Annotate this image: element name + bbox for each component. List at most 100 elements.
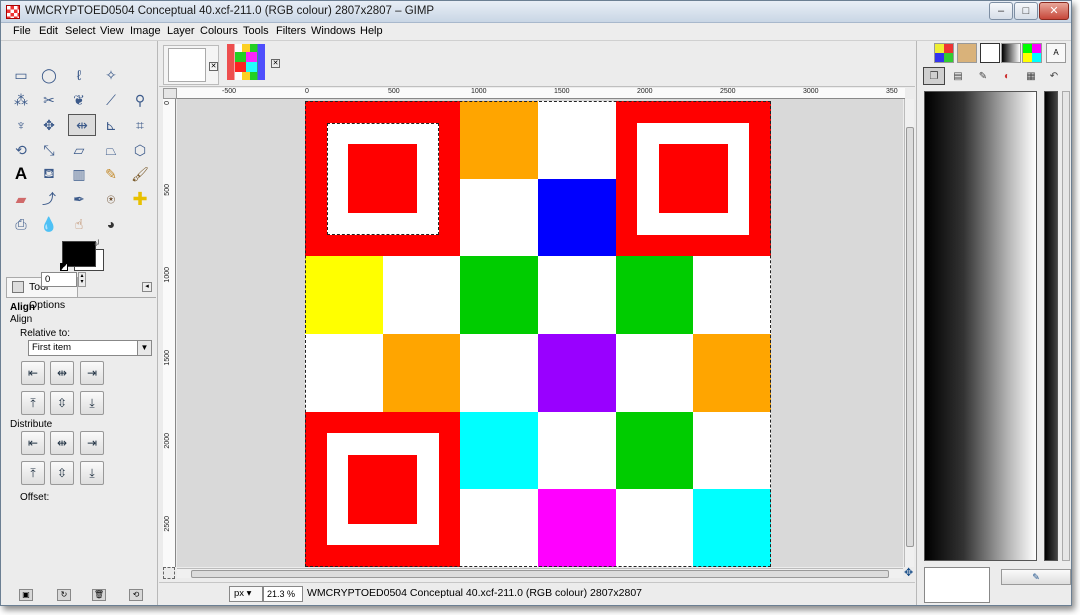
menu-colours[interactable]: Colours	[200, 25, 238, 37]
tab-fonts[interactable]: A	[1046, 43, 1066, 63]
channels-icon[interactable]: ▤	[947, 67, 969, 85]
crop-icon[interactable]: ⌗	[129, 114, 151, 136]
reset-tool-options-icon[interactable]: ⟲	[129, 589, 143, 601]
default-colors-icon[interactable]	[60, 263, 68, 271]
close-icon[interactable]: ✕	[271, 59, 280, 68]
paths-dock-icon[interactable]: ✎	[972, 67, 994, 85]
navigate-icon[interactable]: ✥	[904, 567, 916, 579]
quick-mask-icon[interactable]	[163, 567, 175, 579]
image-thumbnail-active[interactable]	[227, 44, 265, 80]
unit-select[interactable]: px ▾	[229, 586, 263, 602]
smudge-icon[interactable]: ☝	[68, 213, 90, 235]
pencil-icon[interactable]: ✎	[100, 163, 122, 185]
horizontal-scrollbar-thumb[interactable]	[191, 570, 889, 578]
save-tool-options-icon[interactable]: ▣	[19, 589, 33, 601]
distribute-center-button[interactable]: ⇹	[50, 431, 74, 455]
blend-icon[interactable]: ▥	[68, 163, 90, 185]
undo-history-icon[interactable]: ↶	[1043, 67, 1065, 85]
perspective-clone-icon[interactable]: ⎙	[10, 213, 32, 235]
ellipse-select-icon[interactable]: ◯	[38, 64, 60, 86]
menu-image[interactable]: Image	[130, 25, 161, 37]
vertical-scrollbar[interactable]	[904, 99, 914, 567]
tab-gradients[interactable]	[1001, 43, 1021, 63]
blur-icon[interactable]: 💧	[38, 213, 60, 235]
perspective-icon[interactable]: ⏢	[100, 139, 122, 161]
ruler-corner[interactable]	[163, 88, 177, 99]
vertical-scrollbar-thumb[interactable]	[906, 127, 914, 547]
horizontal-scrollbar[interactable]	[177, 568, 903, 578]
tab-paint-dynamics[interactable]	[980, 43, 1000, 63]
menu-windows[interactable]: Windows	[311, 25, 356, 37]
distribute-bottom-button[interactable]: ⤓	[80, 461, 104, 485]
menu-edit[interactable]: Edit	[39, 25, 58, 37]
align-icon[interactable]: ⇹	[68, 114, 96, 136]
menu-help[interactable]: Help	[360, 25, 383, 37]
distribute-top-button[interactable]: ⤒	[21, 461, 45, 485]
menu-layer[interactable]: Layer	[167, 25, 195, 37]
bucket-fill-icon[interactable]: ⛾	[38, 163, 60, 185]
dodge-burn-icon[interactable]: ◕	[100, 213, 122, 235]
edit-brush-button[interactable]: ✎	[1001, 569, 1071, 585]
align-middle-button[interactable]: ⇳	[50, 391, 74, 415]
align-center-button[interactable]: ⇹	[50, 361, 74, 385]
align-bottom-button[interactable]: ⤓	[80, 391, 104, 415]
brush-preview[interactable]	[924, 567, 990, 603]
scale-icon[interactable]: ⤡	[38, 139, 60, 161]
image-tab-1[interactable]: ✕	[163, 45, 219, 85]
layers-icon[interactable]: ❐	[923, 67, 945, 85]
tab-palettes[interactable]	[1022, 43, 1042, 63]
tab-patterns[interactable]	[934, 43, 954, 63]
fuzzy-select-icon[interactable]: ✧	[100, 64, 122, 86]
menu-file[interactable]: File	[13, 25, 31, 37]
clone-icon[interactable]: ⍟	[100, 188, 122, 210]
close-icon[interactable]: ✕	[209, 62, 218, 71]
paintbrush-icon[interactable]: 🖌	[129, 163, 151, 185]
ink-icon[interactable]: ✒	[68, 188, 90, 210]
close-button[interactable]: ✕	[1039, 2, 1069, 20]
delete-tool-options-icon[interactable]: 🗑	[92, 589, 106, 601]
select-by-color-icon[interactable]: ⁂	[10, 89, 32, 111]
align-top-button[interactable]: ⤒	[21, 391, 45, 415]
heal-icon[interactable]: ✚	[129, 188, 151, 210]
vertical-ruler[interactable]: 0 500 1000 1500 2000 2500	[163, 99, 176, 567]
move-icon[interactable]: ✥	[38, 114, 60, 136]
shear-icon[interactable]: ▱	[68, 139, 90, 161]
gradient-preview-secondary[interactable]	[1044, 91, 1058, 561]
scissors-select-icon[interactable]: ✂	[38, 89, 60, 111]
text-tool-icon[interactable]: A	[10, 163, 32, 185]
menu-filters[interactable]: Filters	[276, 25, 306, 37]
distribute-middle-button[interactable]: ⇳	[50, 461, 74, 485]
qr-image[interactable]	[305, 101, 772, 567]
menu-select[interactable]: Select	[65, 25, 96, 37]
restore-tool-options-icon[interactable]: ↻	[57, 589, 71, 601]
histogram-icon[interactable]: ▦	[1020, 67, 1042, 85]
maximize-button[interactable]: □	[1014, 2, 1038, 20]
distribute-left-button[interactable]: ⇤	[21, 431, 45, 455]
canvas-area[interactable]	[177, 99, 903, 567]
horizontal-ruler[interactable]: -500 0 500 1000 1500 2000 2500 3000 350	[177, 88, 905, 99]
relative-to-select[interactable]: First item ▼	[28, 340, 152, 356]
color-picker-icon[interactable]: ⟋	[100, 89, 122, 111]
offset-stepper[interactable]: ▴ ▾	[78, 272, 86, 287]
align-left-button[interactable]: ⇤	[21, 361, 45, 385]
gradient-preview[interactable]	[924, 91, 1037, 561]
offset-input[interactable]: 0	[41, 272, 77, 287]
zoom-select[interactable]: 21.3 %	[263, 586, 303, 602]
tab-brushes[interactable]	[957, 43, 977, 63]
menu-tools[interactable]: Tools	[243, 25, 269, 37]
measure-icon[interactable]: ⊾	[100, 114, 122, 136]
zoom-icon[interactable]: ⚲	[129, 89, 151, 111]
colormap-icon[interactable]: ◐	[996, 67, 1018, 85]
airbrush-icon[interactable]: ⤴	[38, 188, 60, 210]
align-right-button[interactable]: ⇥	[80, 361, 104, 385]
dock-menu-arrow-icon[interactable]: ◂	[142, 282, 152, 292]
free-select-icon[interactable]: ℓ	[68, 64, 90, 86]
rect-select-icon[interactable]: ▭	[10, 64, 32, 86]
swap-colors-icon[interactable]: ↲	[93, 238, 101, 249]
minimize-button[interactable]: –	[989, 2, 1013, 20]
menu-view[interactable]: View	[100, 25, 124, 37]
cage-transform-icon[interactable]: ⬡	[129, 139, 151, 161]
dock-scrollbar[interactable]	[1062, 91, 1070, 561]
eraser-icon[interactable]: ▰	[10, 188, 32, 210]
foreground-select-icon[interactable]: ❦	[68, 89, 90, 111]
